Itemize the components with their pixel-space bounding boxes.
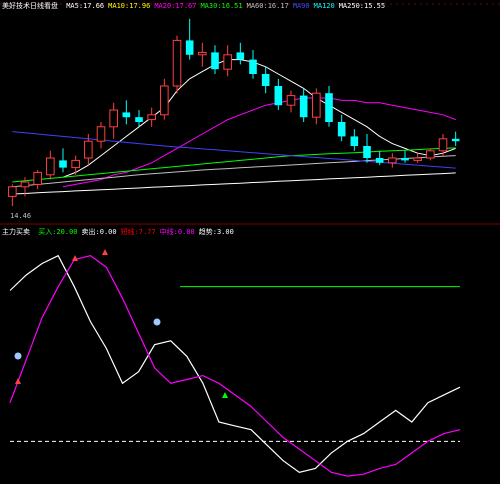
candle bbox=[261, 66, 270, 94]
oscillator-line-1 bbox=[9, 255, 461, 477]
candle bbox=[451, 131, 460, 146]
ma-legend-item-5: MA90 bbox=[292, 2, 310, 10]
oscillator-panel-header: 主力买卖 买入:20.00 卖出:0.00 短线:7.77 中线:0.00 趋势:3.0… bbox=[2, 226, 238, 238]
candle-body bbox=[198, 51, 207, 56]
osc-legend-item-2: 短线:7.77 bbox=[120, 228, 156, 236]
signal-arrow bbox=[15, 378, 21, 384]
candle-body bbox=[350, 136, 359, 146]
candle bbox=[388, 153, 397, 168]
candle-body bbox=[438, 138, 448, 152]
candle bbox=[413, 153, 422, 163]
candle-body bbox=[286, 95, 296, 106]
indicator-title: 美好技术日线看盘 bbox=[2, 2, 58, 10]
candle bbox=[325, 86, 333, 127]
candle bbox=[426, 148, 435, 161]
candle bbox=[198, 42, 207, 67]
oscillator-panel bbox=[9, 249, 461, 477]
candle bbox=[122, 100, 131, 125]
candle-body bbox=[109, 109, 118, 128]
stock-chart[interactable] bbox=[0, 0, 500, 484]
candle bbox=[223, 45, 232, 77]
candle-body bbox=[46, 157, 55, 176]
candle-body bbox=[325, 93, 333, 122]
candle bbox=[299, 88, 308, 122]
candle bbox=[312, 88, 321, 125]
candle bbox=[109, 102, 118, 139]
candle bbox=[375, 150, 384, 166]
candlestick-series bbox=[8, 18, 460, 206]
candle bbox=[363, 134, 371, 163]
candle bbox=[160, 78, 169, 120]
candle-body bbox=[274, 86, 283, 106]
candle-body bbox=[375, 158, 384, 163]
candle-body bbox=[172, 39, 182, 87]
candle-body bbox=[261, 74, 270, 86]
candle-body bbox=[135, 117, 143, 122]
candle-body bbox=[451, 138, 460, 142]
candle-body bbox=[33, 171, 42, 185]
signal-dot bbox=[14, 352, 22, 360]
candle bbox=[185, 18, 194, 60]
candle bbox=[46, 150, 55, 180]
ma-legend-item-3: MA30:16.51 bbox=[200, 2, 243, 10]
signal-dot bbox=[153, 318, 161, 326]
candle-body bbox=[413, 157, 422, 161]
candle bbox=[71, 155, 80, 175]
candle-body bbox=[299, 95, 308, 118]
candle bbox=[249, 50, 257, 79]
candle bbox=[59, 148, 67, 173]
moving-average-lines bbox=[12, 59, 456, 195]
candle bbox=[33, 170, 42, 190]
candle bbox=[286, 90, 296, 113]
ma-legend-item-2: MA20:17.67 bbox=[154, 2, 197, 10]
candle bbox=[211, 45, 219, 74]
candle-body bbox=[223, 54, 232, 70]
candle-body bbox=[363, 146, 371, 158]
candle bbox=[8, 184, 17, 206]
candle bbox=[350, 129, 359, 151]
candle-body bbox=[59, 160, 67, 168]
osc-legend-item-0: 买入:20.00 bbox=[38, 228, 78, 236]
candle-body bbox=[401, 158, 409, 161]
price-panel-header: 美好技术日线看盘 MA5:17.66 MA10:17.96 MA20:17.67 MA… bbox=[2, 0, 389, 12]
candle bbox=[274, 78, 283, 110]
candle-body bbox=[84, 140, 93, 159]
signal-arrow bbox=[102, 249, 108, 255]
candle-body bbox=[211, 52, 219, 70]
candle-body bbox=[249, 59, 257, 74]
ma-legend-item-7: MA250:15.55 bbox=[338, 2, 386, 10]
oscillator-title: 主力买卖 bbox=[2, 228, 30, 236]
candle-body bbox=[147, 114, 156, 121]
candle-body bbox=[8, 186, 17, 197]
candle-body bbox=[96, 126, 106, 142]
candle bbox=[401, 150, 409, 163]
low-price-label: 14.46 bbox=[10, 212, 32, 220]
candle-body bbox=[185, 40, 194, 55]
ma-line-ma5 bbox=[62, 59, 456, 178]
candle bbox=[96, 122, 106, 149]
osc-legend-item-3: 中线:0.00 bbox=[159, 228, 195, 236]
osc-legend-item-4: 趋势:3.00 bbox=[198, 228, 234, 236]
ma-legend-item-1: MA10:17.96 bbox=[108, 2, 151, 10]
signal-arrow bbox=[72, 255, 78, 261]
candle-body bbox=[20, 181, 30, 188]
candle bbox=[147, 107, 156, 127]
candle bbox=[337, 114, 346, 142]
candle bbox=[172, 35, 182, 94]
candle-body bbox=[236, 52, 245, 60]
ma-legend-item-0: MA5:17.66 bbox=[66, 2, 105, 10]
candle-body bbox=[122, 112, 131, 118]
candle-body bbox=[426, 150, 435, 159]
osc-legend-item-1: 卖出:0.00 bbox=[81, 228, 117, 236]
candle-body bbox=[388, 157, 397, 164]
ma-legend-item-6: MA120 bbox=[313, 2, 335, 10]
candle-body bbox=[337, 122, 346, 137]
candle-body bbox=[312, 92, 321, 118]
candle-body bbox=[160, 85, 169, 116]
candle-body bbox=[71, 159, 80, 169]
signal-arrow bbox=[222, 392, 228, 398]
candle bbox=[236, 42, 245, 65]
ma-legend-item-4: MA60:16.17 bbox=[246, 2, 289, 10]
oscillator-line-0 bbox=[9, 254, 461, 473]
